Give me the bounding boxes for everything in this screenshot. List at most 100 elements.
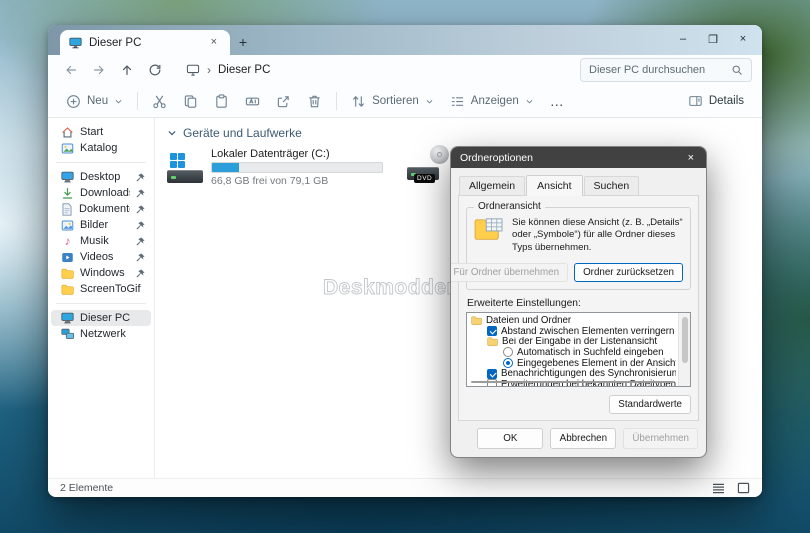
breadcrumb[interactable]: › Dieser PC xyxy=(176,58,572,82)
folder-view-icon xyxy=(474,218,503,240)
details-view-icon[interactable] xyxy=(712,483,725,494)
checkbox-checked-icon[interactable] xyxy=(487,326,497,337)
apply-to-folders-button[interactable]: Für Ordner übernehmen xyxy=(451,263,569,283)
chevron-down-icon xyxy=(426,99,433,104)
vertical-scrollbar[interactable] xyxy=(678,313,690,386)
sidebar-item-downloads[interactable]: Downloads xyxy=(51,185,151,201)
more-button[interactable]: … xyxy=(542,87,573,115)
sidebar-item-dieser-pc[interactable]: Dieser PC xyxy=(51,310,151,326)
details-pane-button[interactable]: Details xyxy=(680,87,752,115)
downloads-icon xyxy=(62,187,73,199)
paste-icon xyxy=(216,93,227,108)
share-button[interactable] xyxy=(268,87,299,115)
rename-button[interactable] xyxy=(237,87,268,115)
plus-circle-icon xyxy=(67,94,80,108)
rename-icon xyxy=(245,97,260,105)
drive-c-item[interactable]: Lokaler Datenträger (C:) 66,8 GB frei vo… xyxy=(167,148,383,187)
tree-item-radio[interactable]: Eingegebenes Element in der Ansicht ausw… xyxy=(469,358,676,369)
tab-allgemein[interactable]: Allgemein xyxy=(459,176,526,195)
sidebar-item-label: Videos xyxy=(80,251,114,263)
back-button[interactable] xyxy=(58,58,84,82)
music-icon: ♪ xyxy=(64,234,71,248)
sidebar-item-screentogif[interactable]: ScreenToGif xyxy=(51,281,151,297)
sort-button[interactable]: Sortieren xyxy=(343,87,442,115)
defaults-button[interactable]: Standardwerte xyxy=(609,395,691,414)
chevron-down-icon xyxy=(526,99,533,104)
sort-icon xyxy=(353,95,365,107)
sidebar-item-musik[interactable]: ♪ Musik xyxy=(51,233,151,249)
forward-button[interactable] xyxy=(86,58,112,82)
checkbox-checked-icon[interactable] xyxy=(487,368,497,379)
chevron-down-icon xyxy=(115,99,122,104)
sidebar-item-label: Netzwerk xyxy=(80,328,126,340)
pin-icon xyxy=(136,252,145,261)
paste-button[interactable] xyxy=(206,87,237,115)
sidebar-item-katalog[interactable]: Katalog xyxy=(51,140,151,156)
tab-suchen[interactable]: Suchen xyxy=(583,176,640,195)
tab-close-icon[interactable]: × xyxy=(207,36,221,49)
more-icon: … xyxy=(549,93,565,109)
sidebar-item-videos[interactable]: Videos xyxy=(51,249,151,265)
search-box[interactable] xyxy=(580,58,752,82)
reset-folders-button[interactable]: Ordner zurücksetzen xyxy=(574,263,683,283)
cancel-button[interactable]: Abbrechen xyxy=(550,428,617,449)
search-input[interactable] xyxy=(589,64,725,76)
ok-button[interactable]: OK xyxy=(477,428,544,449)
sidebar-item-desktop[interactable]: Desktop xyxy=(51,169,151,185)
tab-ansicht[interactable]: Ansicht xyxy=(526,175,583,196)
sidebar-item-label: Dieser PC xyxy=(80,312,131,324)
toolbar-divider xyxy=(336,92,338,110)
horizontal-scrollbar[interactable] xyxy=(471,380,674,383)
new-button[interactable]: Neu xyxy=(58,87,131,115)
radio-checked-icon[interactable] xyxy=(503,358,513,369)
up-button[interactable] xyxy=(114,58,140,82)
new-button-label: Neu xyxy=(87,95,109,107)
tree-item-checkbox[interactable]: Benachrichtigungen des Synchronisierungs… xyxy=(469,368,676,379)
dialog-title-bar[interactable]: Ordneroptionen × xyxy=(451,147,706,168)
address-bar: › Dieser PC xyxy=(48,55,762,85)
tree-item-checkbox[interactable]: Abstand zwischen Elementen verringern (k… xyxy=(469,326,676,337)
dialog-close-button[interactable]: × xyxy=(685,152,697,164)
sidebar-item-windows[interactable]: Windows xyxy=(51,265,151,281)
breadcrumb-location[interactable]: Dieser PC xyxy=(218,64,270,76)
scrollbar-thumb[interactable] xyxy=(681,317,688,364)
minimize-button[interactable]: – xyxy=(668,33,698,45)
sidebar-item-label: Dokumente xyxy=(79,203,130,215)
drive-capacity-fill xyxy=(212,163,240,172)
apply-button[interactable]: Übernehmen xyxy=(623,428,698,449)
pin-icon xyxy=(136,172,145,181)
sidebar-item-label: Musik xyxy=(80,235,109,247)
copy-button[interactable] xyxy=(175,87,206,115)
maximize-button[interactable]: ❐ xyxy=(698,33,728,46)
view-button[interactable]: Anzeigen xyxy=(442,87,542,115)
sidebar-item-netzwerk[interactable]: Netzwerk xyxy=(51,326,151,342)
advanced-settings-list[interactable]: Dateien und Ordner Abstand zwischen Elem… xyxy=(466,312,691,387)
view-button-label: Anzeigen xyxy=(470,95,519,107)
sidebar-item-bilder[interactable]: Bilder xyxy=(51,217,151,233)
folder-icon xyxy=(471,316,482,326)
tree-item-label: Benachrichtigungen des Synchronisierungs… xyxy=(501,368,676,379)
dvd-badge: DVD xyxy=(414,174,436,183)
share-icon xyxy=(277,95,289,107)
tab-dieser-pc[interactable]: Dieser PC × xyxy=(60,30,230,55)
cut-button[interactable] xyxy=(144,87,175,115)
toolbar-divider xyxy=(137,92,139,110)
close-button[interactable]: × xyxy=(728,33,758,45)
sidebar-item-start[interactable]: Start xyxy=(51,124,151,140)
folder-icon xyxy=(61,284,74,295)
sidebar-item-label: Downloads xyxy=(80,187,130,199)
large-icons-view-icon[interactable] xyxy=(737,482,750,494)
radio-unchecked-icon[interactable] xyxy=(503,347,513,358)
tree-item-radio[interactable]: Automatisch in Suchfeld eingeben xyxy=(469,347,676,358)
section-devices-drives[interactable]: Geräte und Laufwerke xyxy=(167,126,762,140)
advanced-settings-label: Erweiterte Einstellungen: xyxy=(467,298,581,310)
tree-item-folder[interactable]: Bei der Eingabe in der Listenansicht xyxy=(469,337,676,347)
refresh-button[interactable] xyxy=(142,58,168,82)
sidebar-item-dokumente[interactable]: Dokumente xyxy=(51,201,151,217)
pictures-icon xyxy=(61,220,74,230)
tree-item-folder[interactable]: Dateien und Ordner xyxy=(469,315,676,326)
new-tab-button[interactable]: + xyxy=(230,34,256,55)
local-disk-icon xyxy=(167,152,203,183)
group-title: Ordneransicht xyxy=(474,201,545,212)
delete-button[interactable] xyxy=(299,87,330,115)
